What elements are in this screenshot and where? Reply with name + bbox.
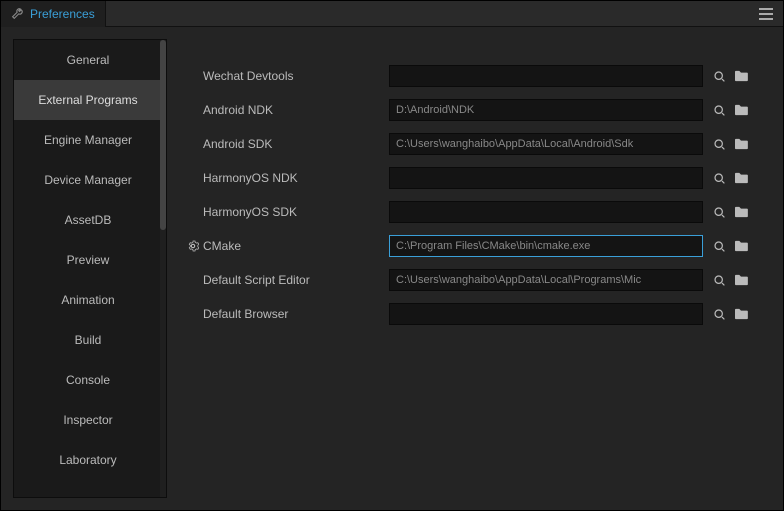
folder-icon[interactable] [733,136,749,152]
search-icon[interactable] [711,102,727,118]
sidebar-item-label: Inspector [63,413,112,427]
field-row: Android SDKC:\Users\wanghaibo\AppData\Lo… [185,133,749,155]
field-actions [703,102,749,118]
sidebar-item-label: Animation [61,293,114,307]
field-actions [703,272,749,288]
sidebar-item-inspector[interactable]: Inspector [14,400,162,440]
sidebar-item-engine-manager[interactable]: Engine Manager [14,120,162,160]
field-label: Android NDK [203,103,389,117]
folder-icon[interactable] [733,238,749,254]
field-label: Default Browser [203,307,389,321]
search-icon[interactable] [711,238,727,254]
search-icon[interactable] [711,68,727,84]
field-label: Android SDK [203,137,389,151]
field-row: Default Browser [185,303,749,325]
wrench-icon [11,7,24,20]
path-input[interactable]: C:\Program Files\CMake\bin\cmake.exe [389,235,703,257]
folder-icon[interactable] [733,272,749,288]
folder-icon[interactable] [733,68,749,84]
sidebar-item-device-manager[interactable]: Device Manager [14,160,162,200]
path-input[interactable]: D:\Android\NDK [389,99,703,121]
path-input[interactable] [389,201,703,223]
tab-title: Preferences [30,7,95,21]
field-actions [703,136,749,152]
path-input[interactable] [389,303,703,325]
field-label: HarmonyOS NDK [203,171,389,185]
field-actions [703,238,749,254]
path-input[interactable]: C:\Users\wanghaibo\AppData\Local\Android… [389,133,703,155]
folder-icon[interactable] [733,170,749,186]
gear-icon[interactable] [185,238,201,254]
field-row: HarmonyOS NDK [185,167,749,189]
field-label: CMake [203,239,389,253]
sidebar-item-label: Device Manager [44,173,131,187]
tab-preferences[interactable]: Preferences [1,1,106,27]
field-label: Wechat Devtools [203,69,389,83]
sidebar-scrollbar[interactable] [160,40,166,497]
field-row: CMakeC:\Program Files\CMake\bin\cmake.ex… [185,235,749,257]
field-row: Default Script EditorC:\Users\wanghaibo\… [185,269,749,291]
sidebar-item-assetdb[interactable]: AssetDB [14,200,162,240]
sidebar-item-laboratory[interactable]: Laboratory [14,440,162,480]
menu-button[interactable] [749,1,783,26]
sidebar-item-label: Preview [67,253,110,267]
folder-icon[interactable] [733,102,749,118]
sidebar-item-external-programs[interactable]: External Programs [14,80,162,120]
search-icon[interactable] [711,136,727,152]
sidebar-item-preview[interactable]: Preview [14,240,162,280]
field-label: HarmonyOS SDK [203,205,389,219]
folder-icon[interactable] [733,204,749,220]
sidebar-item-console[interactable]: Console [14,360,162,400]
field-actions [703,170,749,186]
path-input[interactable]: C:\Users\wanghaibo\AppData\Local\Program… [389,269,703,291]
path-input[interactable] [389,167,703,189]
search-icon[interactable] [711,272,727,288]
field-actions [703,306,749,322]
sidebar: General External Programs Engine Manager De… [13,39,167,498]
field-actions [703,68,749,84]
field-row: HarmonyOS SDK [185,201,749,223]
sidebar-item-label: General [67,53,110,67]
sidebar-item-label: External Programs [38,93,137,107]
sidebar-item-label: Laboratory [59,453,116,467]
search-icon[interactable] [711,170,727,186]
sidebar-item-build[interactable]: Build [14,320,162,360]
sidebar-item-label: Build [75,333,102,347]
field-label: Default Script Editor [203,273,389,287]
sidebar-item-label: Engine Manager [44,133,132,147]
search-icon[interactable] [711,204,727,220]
sidebar-item-general[interactable]: General [14,40,162,80]
sidebar-item-animation[interactable]: Animation [14,280,162,320]
field-actions [703,204,749,220]
search-icon[interactable] [711,306,727,322]
path-input[interactable] [389,65,703,87]
titlebar: Preferences [1,1,783,27]
folder-icon[interactable] [733,306,749,322]
sidebar-item-label: AssetDB [65,213,112,227]
field-row: Wechat Devtools [185,65,749,87]
field-row: Android NDKD:\Android\NDK [185,99,749,121]
scrollbar-thumb[interactable] [160,40,166,230]
sidebar-item-label: Console [66,373,110,387]
content-panel: Wechat Devtools Android NDKD:\Android\NDK… [179,39,771,498]
